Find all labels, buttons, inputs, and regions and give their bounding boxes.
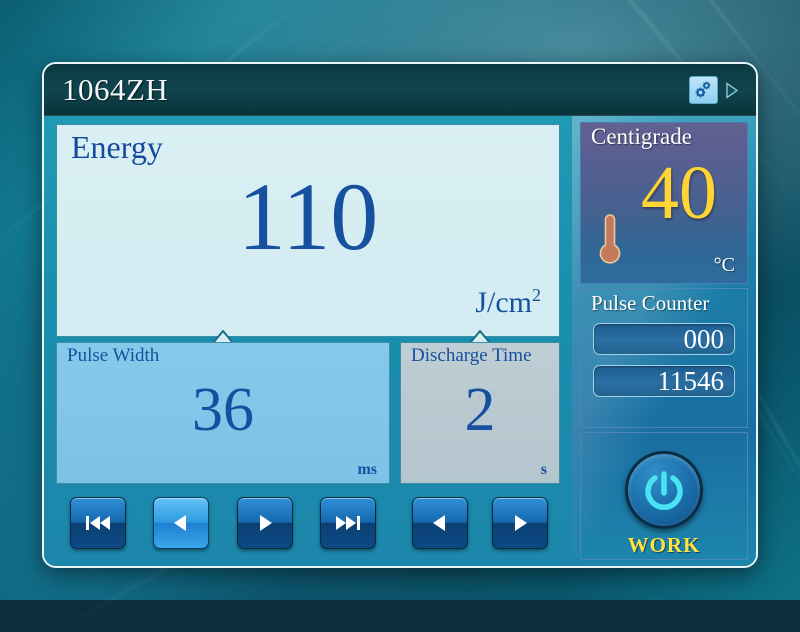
thermometer-icon bbox=[595, 209, 625, 269]
discharge-time-panel: Discharge Time 2 s bbox=[400, 342, 560, 484]
pulse-counter-label: Pulse Counter bbox=[591, 291, 710, 315]
work-panel: WORK bbox=[580, 432, 748, 560]
discharge-time-value: 2 bbox=[464, 376, 496, 444]
left-section: Energy 110 J/cm2 Pulse Width 36 ms Disch… bbox=[44, 116, 572, 566]
play-triangle-icon[interactable] bbox=[724, 81, 740, 99]
discharge-time-unit: s bbox=[540, 461, 547, 478]
pulse-counter-panel: Pulse Counter 000 11546 bbox=[580, 288, 748, 428]
energy-panel: Energy 110 J/cm2 bbox=[56, 124, 560, 337]
page-title: 1064ZH bbox=[62, 72, 169, 107]
pulse-width-value: 36 bbox=[192, 376, 254, 444]
work-label: WORK bbox=[627, 533, 701, 557]
discharge-time-increase-button[interactable] bbox=[492, 497, 548, 549]
pulse-width-button-group bbox=[56, 492, 390, 554]
temperature-panel: Centigrade 40 °C bbox=[580, 122, 748, 284]
pulse-width-label: Pulse Width bbox=[67, 345, 160, 366]
temperature-value: 40 bbox=[641, 151, 717, 235]
discharge-time-button-group bbox=[400, 492, 560, 554]
main-body: Energy 110 J/cm2 Pulse Width 36 ms Disch… bbox=[44, 116, 756, 566]
energy-value: 110 bbox=[237, 163, 379, 270]
temperature-label: Centigrade bbox=[591, 124, 692, 149]
pulse-counter-total-field[interactable]: 11546 bbox=[593, 365, 735, 397]
discharge-time-decrease-button[interactable] bbox=[412, 497, 468, 549]
pulse-width-increase-button[interactable] bbox=[236, 497, 293, 549]
energy-unit-exponent: 2 bbox=[532, 285, 541, 305]
pulse-width-skip-forward-button[interactable] bbox=[320, 497, 377, 549]
work-power-button[interactable] bbox=[625, 451, 703, 529]
titlebar: 1064ZH bbox=[44, 64, 756, 116]
pulse-width-panel: Pulse Width 36 ms bbox=[56, 342, 390, 484]
pulse-width-decrease-button[interactable] bbox=[153, 497, 210, 549]
device-window: 1064ZH Energy 110 J/cm2 Pulse Width 36 m… bbox=[42, 62, 758, 568]
pulse-width-skip-back-button[interactable] bbox=[69, 497, 126, 549]
pulse-counter-session-field[interactable]: 000 bbox=[593, 323, 735, 355]
titlebar-tools bbox=[689, 76, 740, 104]
sidebar: Centigrade 40 °C Pulse Counter 000 11546 bbox=[572, 116, 756, 566]
pulse-width-unit: ms bbox=[357, 461, 377, 478]
gear-icon[interactable] bbox=[689, 76, 718, 104]
temperature-unit: °C bbox=[713, 254, 735, 276]
energy-unit-main: J/cm bbox=[475, 286, 532, 319]
energy-unit: J/cm2 bbox=[475, 285, 541, 320]
discharge-time-label: Discharge Time bbox=[411, 345, 532, 366]
energy-label: Energy bbox=[71, 129, 163, 165]
